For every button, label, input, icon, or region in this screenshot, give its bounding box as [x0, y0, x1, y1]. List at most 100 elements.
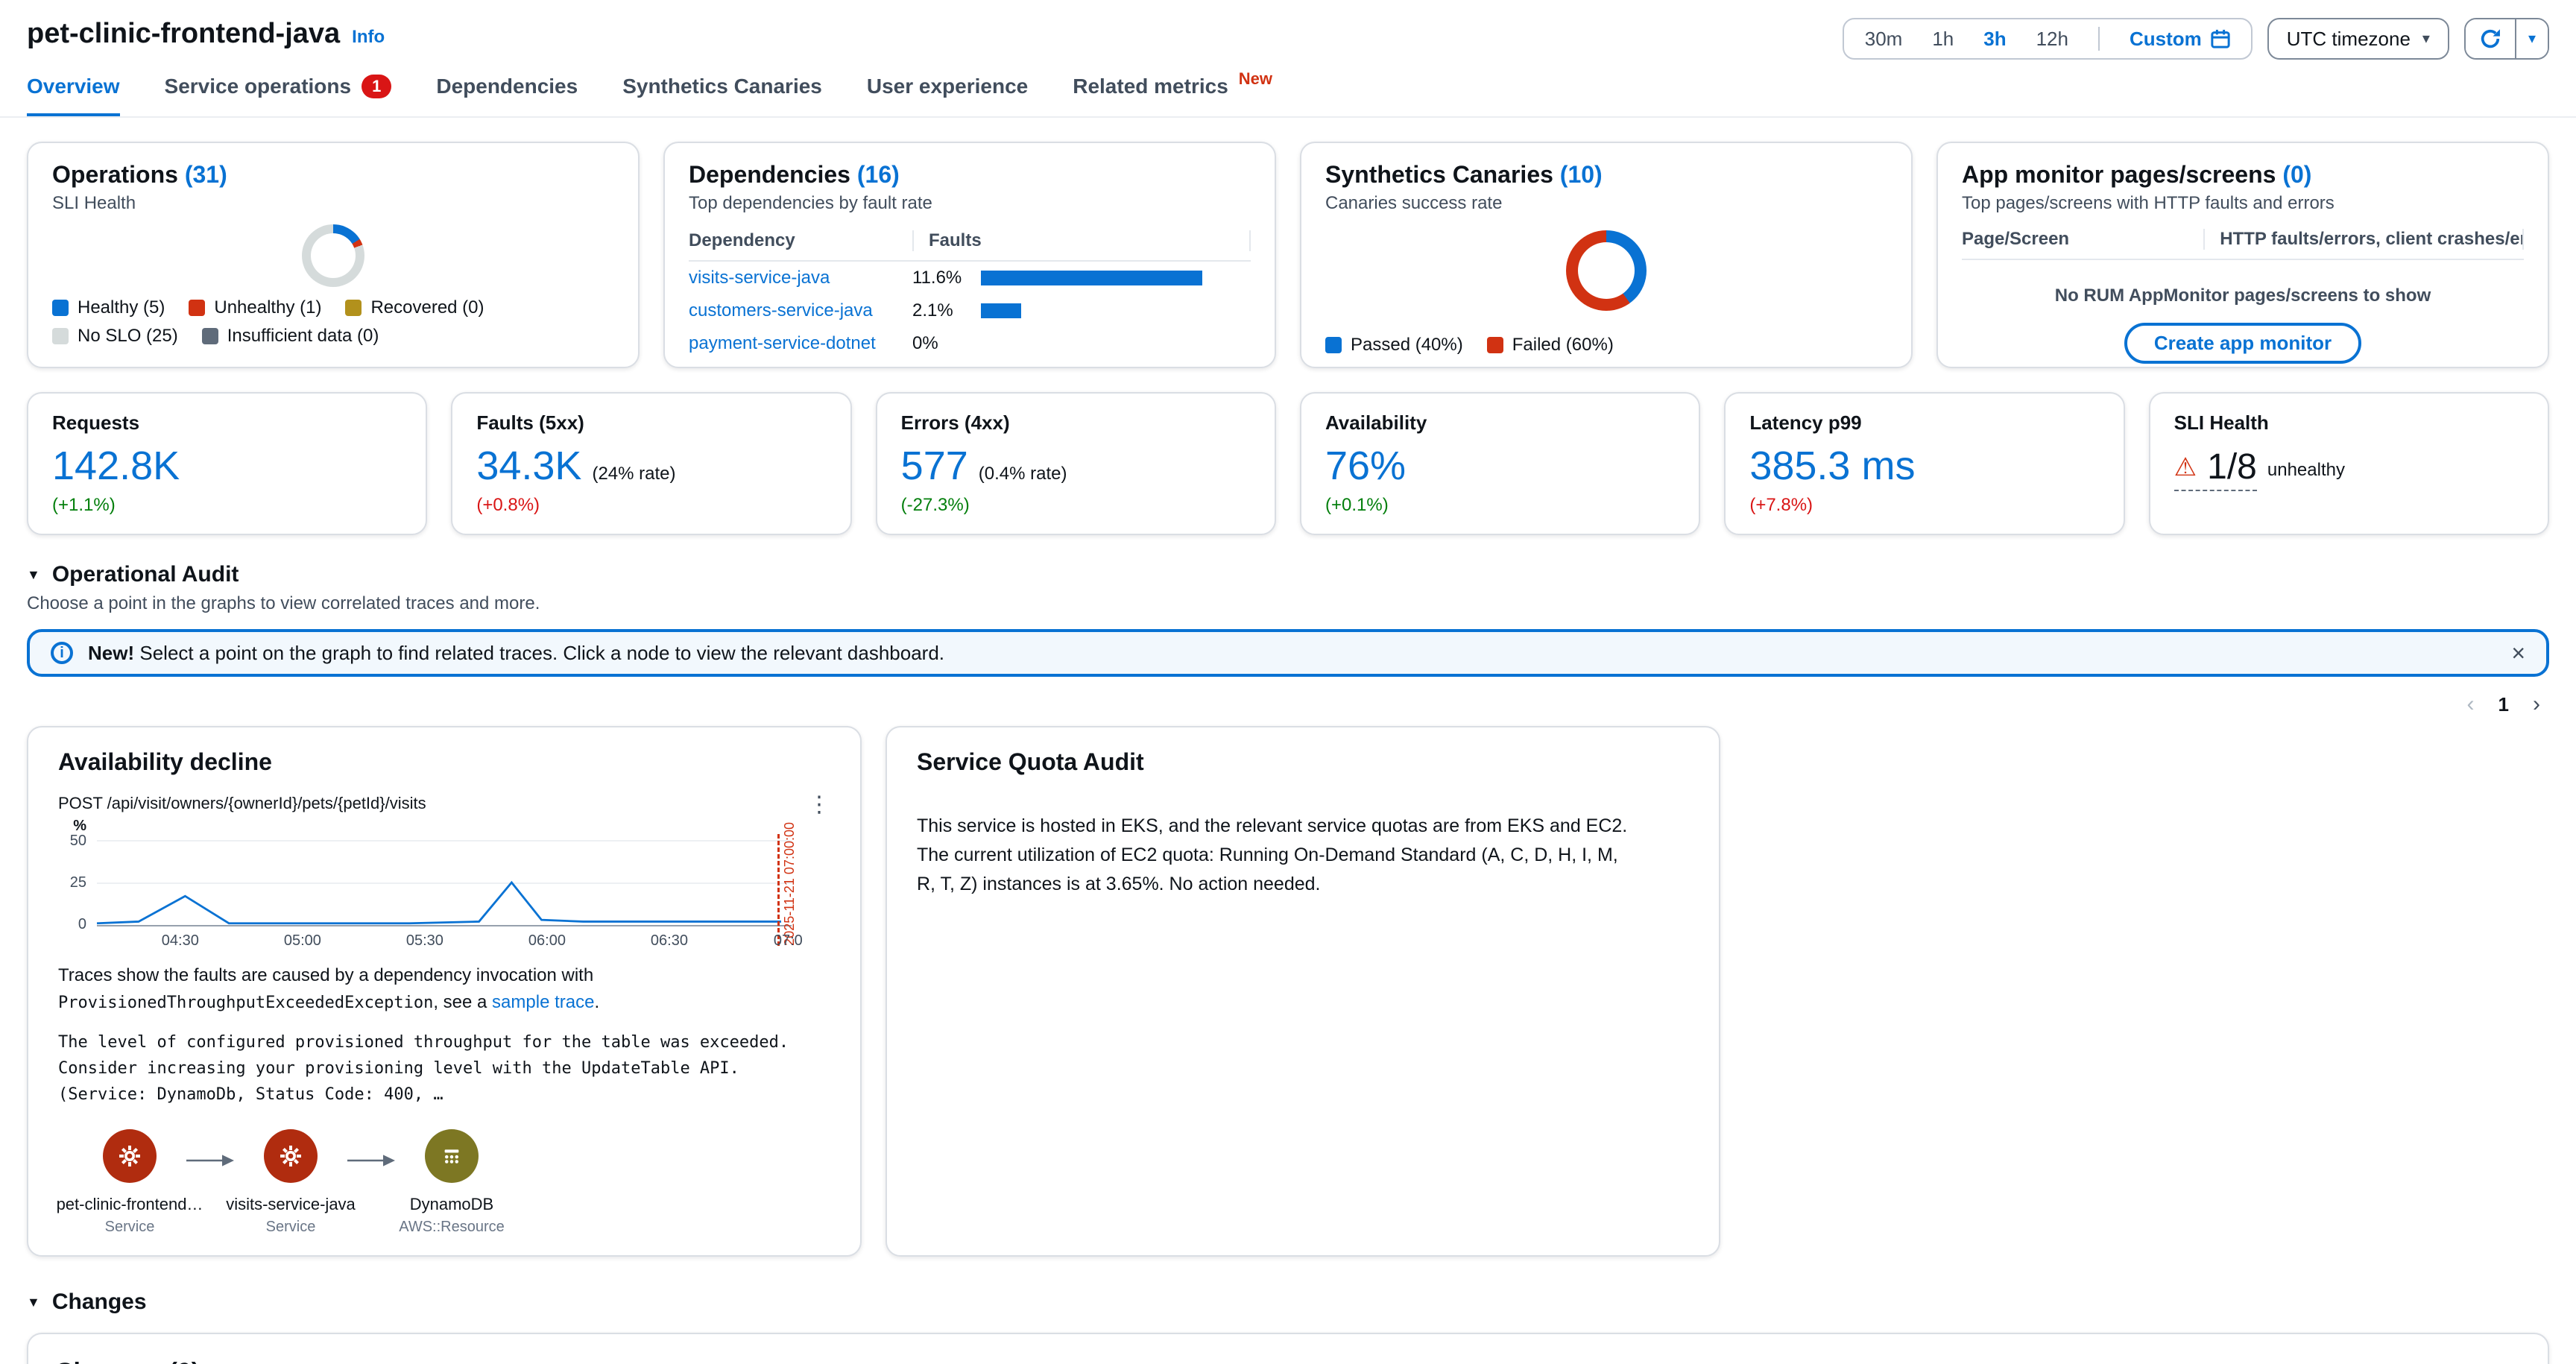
operational-audit-section-toggle[interactable]: ▼ Operational Audit	[27, 562, 2549, 587]
page-header: pet-clinic-frontend-java Info 30m 1h 3h …	[0, 0, 2576, 60]
fault-rate: 0%	[912, 333, 981, 354]
table-row: visits-service-java 11.6%	[689, 262, 1251, 294]
time-range-12h[interactable]: 12h	[2036, 28, 2068, 51]
canaries-legend: Passed (40%) Failed (60%)	[1325, 335, 1887, 356]
tab-synthetics-canaries[interactable]: Synthetics Canaries	[622, 75, 822, 116]
card-title: App monitor pages/screens	[1962, 161, 2276, 188]
refresh-button[interactable]	[2466, 19, 2515, 58]
tab-overview[interactable]: Overview	[27, 75, 120, 116]
line-series	[97, 840, 792, 925]
operations-count-link[interactable]: (31)	[185, 161, 227, 188]
card-title: Availability decline	[58, 748, 830, 776]
sli-health-metric-card: SLI Health ⚠ 1/8 unhealthy	[2149, 392, 2549, 535]
tab-user-experience[interactable]: User experience	[867, 75, 1028, 116]
close-icon[interactable]: ×	[2511, 641, 2525, 665]
dependency-link[interactable]: customers-service-java	[689, 300, 912, 321]
card-header: App monitor pages/screens (0)	[1962, 161, 2524, 189]
service-quota-audit-card: Service Quota Audit This service is host…	[886, 726, 1720, 1257]
metric-title: Availability	[1325, 411, 1675, 435]
alarm-time-label: 2025-11-21 07:00:00	[782, 822, 798, 946]
application-signals-page: pet-clinic-frontend-java Info 30m 1h 3h …	[0, 0, 2576, 1364]
chevron-down-icon: ▾	[2422, 31, 2430, 46]
column-header-faults: Faults	[912, 230, 1251, 251]
metric-title: SLI Health	[2174, 411, 2524, 435]
card-title: Dependencies	[689, 161, 850, 188]
changes-section-toggle[interactable]: ▼ Changes	[27, 1289, 2549, 1315]
legend-item: Failed (60%)	[1487, 335, 1614, 356]
chart-plot-area[interactable]: 2025-11-21 07:00:00 04:30 05:00 05:30 06…	[97, 840, 792, 926]
arrow-icon	[186, 1153, 234, 1168]
errors-metric-card: Errors (4xx) 577(0.4% rate) (-27.3%)	[876, 392, 1276, 535]
service-node-frontend[interactable]: pet-clinic-frontend… Service	[67, 1129, 192, 1236]
metric-value-link[interactable]: 577	[901, 445, 968, 487]
dependencies-count-link[interactable]: (16)	[857, 161, 900, 188]
tab-related-metrics[interactable]: Related metricsNew	[1073, 75, 1272, 116]
canaries-donut-chart[interactable]	[1566, 230, 1647, 311]
metric-value-link[interactable]: 76%	[1325, 445, 1406, 487]
previous-page-icon[interactable]: ‹	[2467, 692, 2475, 717]
pagination: ‹ 1 ›	[36, 692, 2540, 717]
legend-swatch	[52, 328, 69, 344]
info-icon: i	[51, 642, 73, 664]
sli-health-popover-trigger[interactable]: ⚠ 1/8	[2174, 449, 2257, 491]
operations-card: Operations (31) SLI Health Healthy (5) U…	[27, 142, 640, 368]
banner-message: Select a point on the graph to find rela…	[139, 642, 944, 664]
metric-value-link[interactable]: 385.3 ms	[1749, 445, 1915, 487]
legend-label: Passed (40%)	[1351, 335, 1463, 356]
column-header-http-faults: HTTP faults/errors, client crashes/error…	[2203, 229, 2524, 250]
tab-service-operations[interactable]: Service operations 1	[165, 75, 392, 116]
latency-metric-card: Latency p99 385.3 ms (+7.8%)	[1724, 392, 2124, 535]
x-tick: 04:30	[162, 932, 199, 950]
legend-label: Unhealthy (1)	[214, 297, 321, 318]
node-type: Service	[266, 1219, 316, 1236]
app-monitor-count-link[interactable]: (0)	[2282, 161, 2311, 188]
tab-label: Service operations	[165, 75, 352, 98]
metric-value-link[interactable]: 142.8K	[52, 445, 180, 487]
time-range-30m[interactable]: 30m	[1865, 28, 1903, 51]
synthetics-count-link[interactable]: (10)	[1560, 161, 1603, 188]
refresh-dropdown-button[interactable]: ▾	[2515, 19, 2548, 58]
x-tick: 05:30	[406, 932, 443, 950]
dependency-link[interactable]: visits-service-java	[689, 268, 912, 288]
page-number[interactable]: 1	[2498, 693, 2509, 716]
changes-count: (0)	[168, 1358, 200, 1364]
changes-card: Changes (0)	[27, 1333, 2549, 1364]
card-subtitle: SLI Health	[52, 193, 614, 214]
availability-line-chart: % 50 25 0 2025-11-21 07:00:00 04:30 05:0…	[58, 840, 830, 926]
timezone-select[interactable]: UTC timezone ▾	[2267, 18, 2449, 60]
metric-delta: (-27.3%)	[901, 495, 1251, 516]
time-range-1h[interactable]: 1h	[1932, 28, 1954, 51]
sample-trace-link[interactable]: sample trace	[492, 992, 594, 1012]
metric-value-link[interactable]: 34.3K	[476, 445, 581, 487]
create-app-monitor-button[interactable]: Create app monitor	[2124, 323, 2361, 364]
kebab-menu-icon[interactable]: ⋮	[808, 794, 830, 816]
node-name: pet-clinic-frontend…	[57, 1195, 203, 1214]
service-node-visits[interactable]: visits-service-java Service	[228, 1129, 353, 1236]
metric-delta: (+0.8%)	[476, 495, 826, 516]
exception-detail-text: The level of configured provisioned thro…	[58, 1029, 830, 1108]
resource-node-dynamodb[interactable]: DynamoDB AWS::Resource	[389, 1129, 514, 1236]
card-title: Service Quota Audit	[917, 748, 1689, 776]
info-link[interactable]: Info	[352, 27, 385, 48]
legend-item: Insufficient data (0)	[202, 326, 379, 347]
x-tick: 06:00	[528, 932, 566, 950]
operations-donut-chart[interactable]	[302, 224, 364, 287]
chevron-down-icon: ▾	[2528, 31, 2536, 46]
page-title: pet-clinic-frontend-java	[27, 18, 340, 50]
chart-series-label: POST /api/visit/owners/{ownerId}/pets/{p…	[58, 794, 426, 813]
table-header: Page/Screen HTTP faults/errors, client c…	[1962, 229, 2524, 260]
table-header: Dependency Faults	[689, 226, 1251, 262]
legend-swatch	[52, 300, 69, 316]
metric-delta: (+0.1%)	[1325, 495, 1675, 516]
dependency-link[interactable]: payment-service-dotnet	[689, 333, 912, 354]
next-page-icon[interactable]: ›	[2533, 692, 2540, 717]
service-map: pet-clinic-frontend… Service visits-serv…	[58, 1129, 830, 1236]
node-type: AWS::Resource	[399, 1219, 505, 1236]
tab-dependencies[interactable]: Dependencies	[436, 75, 578, 116]
card-subtitle: Top dependencies by fault rate	[689, 193, 1251, 214]
info-banner: i New! Select a point on the graph to fi…	[27, 629, 2549, 677]
time-range-3h[interactable]: 3h	[1983, 28, 2006, 51]
legend-swatch	[189, 300, 205, 316]
custom-range-button[interactable]: Custom	[2130, 28, 2230, 51]
count-badge: 1	[362, 75, 391, 98]
